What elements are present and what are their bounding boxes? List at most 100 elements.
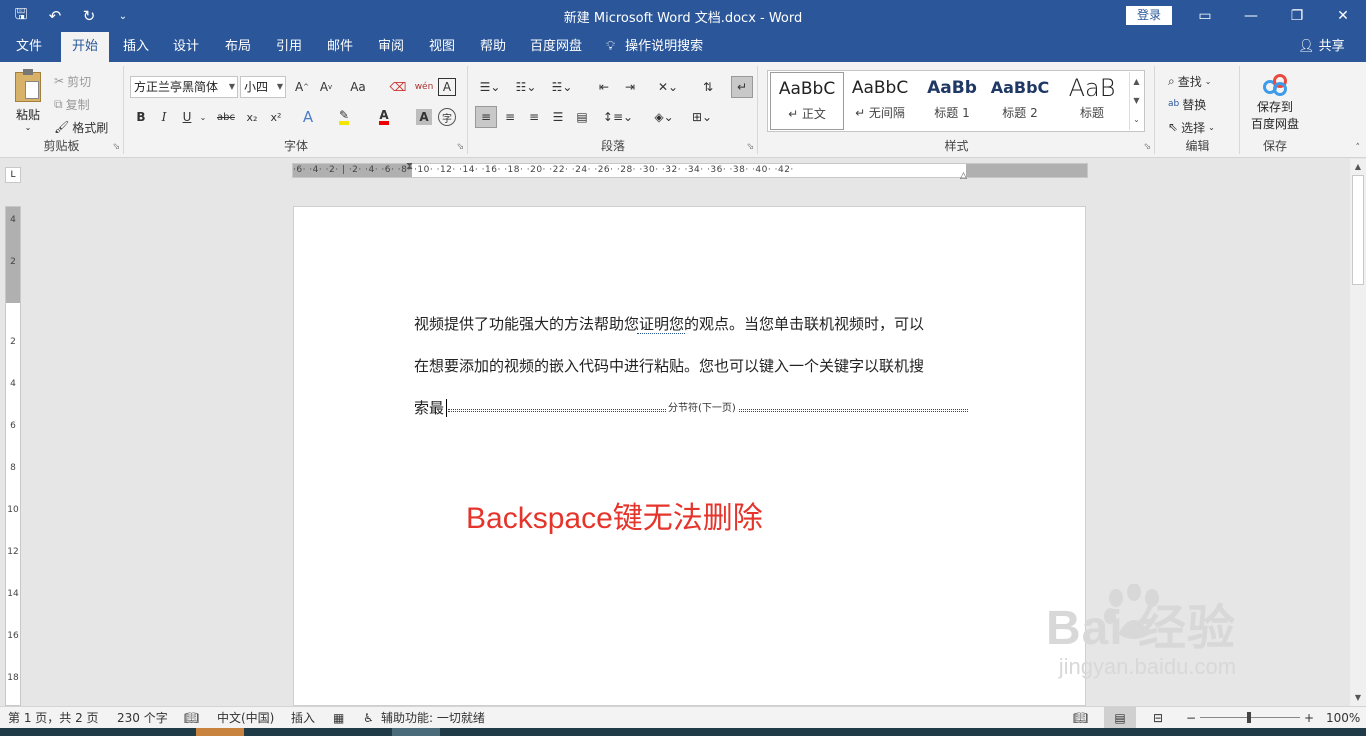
tab-insert[interactable]: 插入 — [116, 32, 156, 62]
borders-icon[interactable]: ⊞⌄ — [687, 106, 717, 128]
italic-button[interactable]: I — [153, 106, 175, 128]
document-page[interactable]: 视频提供了功能强大的方法帮助您证明您的观点。当您单击联机视频时，可以 在想要添加… — [293, 206, 1086, 706]
tab-home[interactable]: 开始 — [61, 32, 109, 62]
clear-formatting-icon[interactable]: ⌫ — [387, 76, 409, 98]
style-heading-2[interactable]: AaBbC 标题 2 — [983, 72, 1057, 130]
grow-font-icon[interactable]: A ^ — [291, 76, 313, 98]
tab-view[interactable]: 视图 — [422, 32, 462, 62]
word-count[interactable]: 230 个字 — [117, 707, 168, 729]
zoom-in-icon[interactable]: + — [1304, 707, 1314, 729]
print-layout-icon[interactable]: ▤ — [1104, 707, 1136, 729]
shrink-font-icon[interactable]: Av — [315, 76, 337, 98]
accessibility-status[interactable]: 辅助功能: 一切就绪 — [381, 707, 485, 729]
save-icon[interactable]: 🖫 — [6, 4, 36, 28]
find-button[interactable]: ⌕ 查找 ⌄ — [1168, 70, 1211, 92]
cut-button[interactable]: ✂ 剪切 — [54, 70, 91, 92]
strikethrough-button[interactable]: abc — [215, 106, 237, 128]
pinyin-guide-icon[interactable]: wén — [413, 76, 435, 98]
superscript-button[interactable]: x² — [265, 106, 287, 128]
paragraph-line-1[interactable]: 视频提供了功能强大的方法帮助您证明您的观点。当您单击联机视频时，可以 — [414, 313, 924, 334]
align-left-icon[interactable]: ≡ — [475, 106, 497, 128]
font-color-icon[interactable]: A — [373, 106, 395, 128]
font-size-combo[interactable]: 小四 ▼ — [240, 76, 286, 98]
vertical-scrollbar[interactable]: ▲ ▼ — [1350, 159, 1366, 706]
paragraph-line-2[interactable]: 在想要添加的视频的嵌入代码中进行粘贴。您也可以键入一个关键字以联机搜 — [414, 355, 924, 376]
style-heading-1[interactable]: AaBb 标题 1 — [915, 72, 989, 130]
tab-references[interactable]: 引用 — [269, 32, 309, 62]
share-button[interactable]: 👤︎ 共享 — [1298, 32, 1345, 62]
decrease-indent-icon[interactable]: ⇤ — [593, 76, 615, 98]
font-family-combo[interactable]: 方正兰亭黑简体 ▼ — [130, 76, 238, 98]
dialog-launcher-icon[interactable]: ⬂ — [112, 142, 120, 152]
change-case-icon[interactable]: Aa — [343, 76, 373, 98]
numbering-icon[interactable]: ☷⌄ — [511, 76, 541, 98]
scroll-up-icon[interactable]: ▲ — [1350, 159, 1366, 175]
zoom-out-icon[interactable]: − — [1186, 707, 1196, 729]
zoom-level[interactable]: 100% — [1326, 707, 1360, 729]
subscript-button[interactable]: x₂ — [241, 106, 263, 128]
tab-layout[interactable]: 布局 — [218, 32, 258, 62]
distributed-icon[interactable]: ▤ — [571, 106, 593, 128]
tab-baidu-netdisk[interactable]: 百度网盘 — [526, 32, 586, 62]
style-no-spacing[interactable]: AaBbC ↵ 无间隔 — [843, 72, 917, 130]
show-marks-icon[interactable]: ↵ — [731, 76, 753, 98]
dialog-launcher-icon[interactable]: ⬂ — [456, 142, 464, 152]
bold-button[interactable]: B — [130, 106, 152, 128]
align-right-icon[interactable]: ≡ — [523, 106, 545, 128]
align-center-icon[interactable]: ≡ — [499, 106, 521, 128]
tab-review[interactable]: 审阅 — [371, 32, 411, 62]
accessibility-icon[interactable]: ♿︎ — [363, 707, 374, 729]
justify-icon[interactable]: ☰ — [547, 106, 569, 128]
taskbar-app-icon[interactable] — [196, 728, 244, 736]
style-normal[interactable]: AaBbC ↵ 正文 — [770, 72, 844, 130]
close-icon[interactable]: ✕ — [1320, 0, 1366, 32]
login-button[interactable]: 登录 — [1126, 6, 1172, 25]
page-count[interactable]: 第 1 页，共 2 页 — [8, 707, 99, 729]
character-shading-icon[interactable]: A — [416, 109, 432, 125]
sort-icon[interactable]: ⇅ — [697, 76, 719, 98]
language-indicator[interactable]: 中文(中国) — [217, 707, 274, 729]
styles-scroll[interactable]: ▲ ▼ ⌄ — [1129, 72, 1143, 130]
tab-help[interactable]: 帮助 — [473, 32, 513, 62]
scroll-down-icon[interactable]: ▼ — [1350, 690, 1366, 706]
customize-qat-icon[interactable]: ⌄ — [108, 4, 138, 28]
format-painter-button[interactable]: 🖌︎ 格式刷 — [54, 116, 108, 138]
line-spacing-icon[interactable]: ↕≡⌄ — [603, 106, 633, 128]
copy-button[interactable]: ⧉ 复制 — [54, 93, 90, 115]
dialog-launcher-icon[interactable]: ⬂ — [1143, 142, 1151, 152]
collapse-ribbon-icon[interactable]: ˄ — [1356, 143, 1361, 153]
paste-button[interactable]: 粘贴 ⌄ — [10, 69, 46, 132]
right-indent-marker-icon[interactable]: △ — [960, 171, 967, 181]
highlighter-icon[interactable]: ✎ — [333, 106, 355, 128]
shading-icon[interactable]: ◈⌄ — [649, 106, 679, 128]
enclose-characters-icon[interactable]: 字 — [438, 108, 456, 126]
tab-design[interactable]: 设计 — [166, 32, 206, 62]
multilevel-list-icon[interactable]: ☵⌄ — [547, 76, 577, 98]
paragraph-line-3[interactable]: 索最 — [414, 397, 444, 418]
restore-icon[interactable]: ❐ — [1274, 0, 1320, 32]
indent-marker-icon[interactable]: ⧗ — [406, 161, 413, 172]
tell-me-search[interactable]: 💡︎ 操作说明搜索 — [606, 32, 703, 62]
redo-icon[interactable]: ↻ — [74, 4, 104, 28]
insert-mode[interactable]: 插入 — [291, 707, 315, 729]
ribbon-display-icon[interactable]: ▭ — [1182, 0, 1228, 32]
zoom-slider-thumb[interactable] — [1247, 712, 1251, 723]
minimize-icon[interactable]: — — [1228, 0, 1274, 32]
select-button[interactable]: ⇖ 选择 ⌄ — [1168, 116, 1215, 138]
tab-selector-icon[interactable]: L — [5, 167, 21, 183]
tab-mailings[interactable]: 邮件 — [320, 32, 360, 62]
chevron-down-icon[interactable]: ⌄ — [197, 106, 209, 128]
taskbar-app-icon[interactable] — [392, 728, 440, 736]
macro-icon[interactable]: ▦ — [333, 707, 344, 729]
increase-indent-icon[interactable]: ⇥ — [619, 76, 641, 98]
scroll-thumb[interactable] — [1352, 175, 1364, 285]
save-to-baidu-button[interactable]: 保存到 百度网盘 — [1243, 70, 1307, 134]
text-effects-icon[interactable]: A — [297, 106, 319, 128]
bullets-icon[interactable]: ☰⌄ — [475, 76, 505, 98]
character-border-icon[interactable]: A — [438, 78, 456, 96]
replace-button[interactable]: ab 替换 — [1168, 93, 1206, 115]
tab-file[interactable]: 文件 — [8, 32, 50, 62]
underline-button[interactable]: U — [176, 106, 198, 128]
undo-icon[interactable]: ↶ — [40, 4, 70, 28]
web-layout-icon[interactable]: ⊟ — [1153, 707, 1163, 729]
